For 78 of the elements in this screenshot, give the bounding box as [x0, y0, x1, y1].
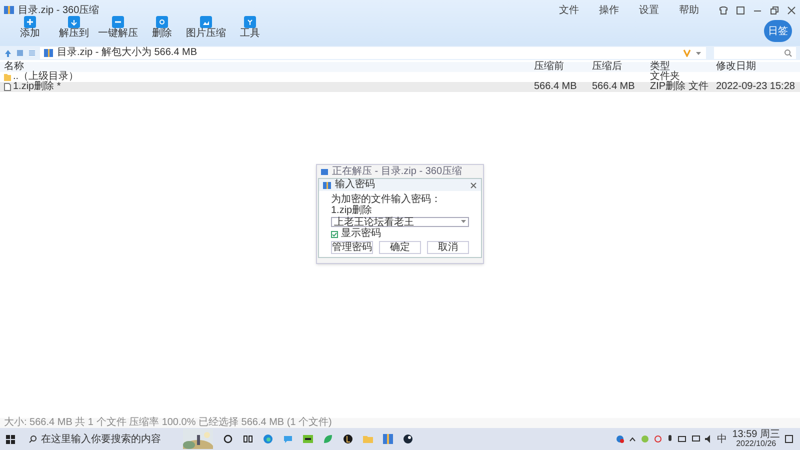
clock[interactable]: 13:59 周三 2022/10/26 — [732, 430, 780, 448]
taskbar-search[interactable]: 在这里输入你要搜索的内容 — [25, 430, 173, 448]
app-icon[interactable] — [303, 434, 313, 444]
table-cell: 566.4 MB — [592, 82, 635, 92]
table-row[interactable]: 1.zip删除 * 566.4 MB 566.4 MB ZIP删除 文件 2022-09-23 15:28 — [0, 82, 800, 92]
toolbar-button[interactable]: 一键解压 — [96, 16, 140, 39]
archive-path: 目录.zip - 解包大小为 566.4 MB — [57, 48, 198, 58]
toolbar-button[interactable]: 删除 — [140, 16, 184, 39]
input-method[interactable]: 中 — [717, 432, 728, 446]
search-icon — [29, 435, 37, 443]
toolbar-icon — [24, 16, 36, 28]
menu-item[interactable]: 文件 — [551, 2, 587, 18]
search-placeholder: 在这里输入你要搜索的内容 — [41, 432, 161, 446]
multitask-icon[interactable] — [243, 434, 253, 444]
close-icon[interactable] — [470, 182, 477, 188]
task-view-icon[interactable] — [223, 434, 233, 444]
toolbar-button[interactable]: 图片压缩 — [184, 16, 228, 39]
toolbar-icon — [112, 16, 124, 28]
thumbnail-view-icon[interactable] — [16, 49, 24, 57]
table-cell: ZIP删除 文件 — [650, 82, 708, 92]
status-bar: 大小: 566.4 MB 共 1 个文件 压缩率 100.0% 已经选择 566.4 MB (1 个文件) — [0, 418, 800, 428]
monitor-icon[interactable] — [692, 435, 700, 443]
start-icon[interactable] — [6, 434, 15, 444]
toolbar-button[interactable]: 解压到 — [52, 16, 96, 39]
window-icon[interactable] — [736, 6, 745, 14]
browser-icon[interactable] — [263, 434, 273, 444]
window-title: 目录.zip - 360压缩 — [18, 4, 100, 18]
menu-item[interactable]: 帮助 — [671, 2, 707, 18]
password-field[interactable]: 上老王论坛看老王 — [331, 217, 469, 227]
game-icon[interactable] — [343, 434, 353, 444]
search-field[interactable] — [714, 47, 796, 59]
address-bar[interactable]: 目录.zip - 解包大小为 566.4 MB — [40, 47, 706, 59]
toolbar-button[interactable]: 添加 — [8, 16, 52, 39]
column-header[interactable]: 类型 — [646, 62, 712, 72]
shirt-icon[interactable] — [719, 6, 728, 14]
table-cell: ..（上级目录） — [13, 72, 79, 82]
archive-icon — [44, 49, 53, 57]
menu-item[interactable]: 设置 — [631, 2, 667, 18]
toolbar-icon — [68, 16, 80, 28]
menu-item[interactable]: 操作 — [591, 2, 627, 18]
table-cell: 文件夹 — [650, 72, 680, 82]
speaker-icon[interactable] — [705, 435, 712, 443]
toolbar-icon — [156, 16, 168, 28]
folder-icon — [4, 73, 11, 81]
archive-icon — [4, 5, 14, 15]
column-header[interactable]: 压缩后 — [588, 62, 646, 72]
dialog-title: 输入密码 — [335, 180, 376, 190]
window-title: 正在解压 - 目录.zip - 360压缩 — [332, 166, 462, 177]
calendar-badge[interactable]: 日签 — [764, 20, 792, 42]
search-icon — [784, 49, 792, 57]
notification-icon[interactable] — [785, 434, 794, 444]
archive-icon — [323, 182, 331, 188]
steam-icon[interactable] — [403, 434, 413, 444]
file-name: 1.zip删除 — [331, 206, 374, 216]
column-header[interactable]: 压缩前 — [530, 62, 588, 72]
network-icon[interactable] — [654, 435, 662, 443]
toolbar-button[interactable]: 工具 — [228, 16, 272, 39]
dialog-button[interactable]: 确定 — [379, 241, 421, 254]
column-header[interactable]: 修改日期 — [712, 62, 800, 72]
toolbar-icon — [200, 16, 212, 28]
table-cell: 2022-09-23 15:28 — [716, 82, 795, 92]
restore-icon[interactable] — [770, 6, 779, 14]
table-cell: 566.4 MB — [534, 82, 577, 92]
file-icon — [4, 83, 11, 91]
toolbar-icon — [244, 16, 256, 28]
archive-icon — [321, 168, 328, 174]
security-icon[interactable] — [616, 435, 624, 443]
chevron-up-icon[interactable] — [629, 436, 636, 442]
dialog-button[interactable]: 管理密码 — [331, 241, 373, 254]
prompt-text: 为加密的文件输入密码： — [331, 195, 442, 205]
dialog-button[interactable]: 取消 — [427, 241, 469, 254]
up-arrow-icon[interactable] — [4, 49, 12, 57]
battery-icon[interactable] — [678, 436, 688, 442]
table-cell: 1.zip删除 * — [13, 82, 61, 92]
dropdown-caret-icon[interactable] — [461, 220, 466, 224]
close-icon[interactable] — [787, 6, 796, 14]
dropdown-caret-icon[interactable] — [695, 50, 702, 56]
checkbox-label: 显示密码 — [341, 229, 381, 239]
